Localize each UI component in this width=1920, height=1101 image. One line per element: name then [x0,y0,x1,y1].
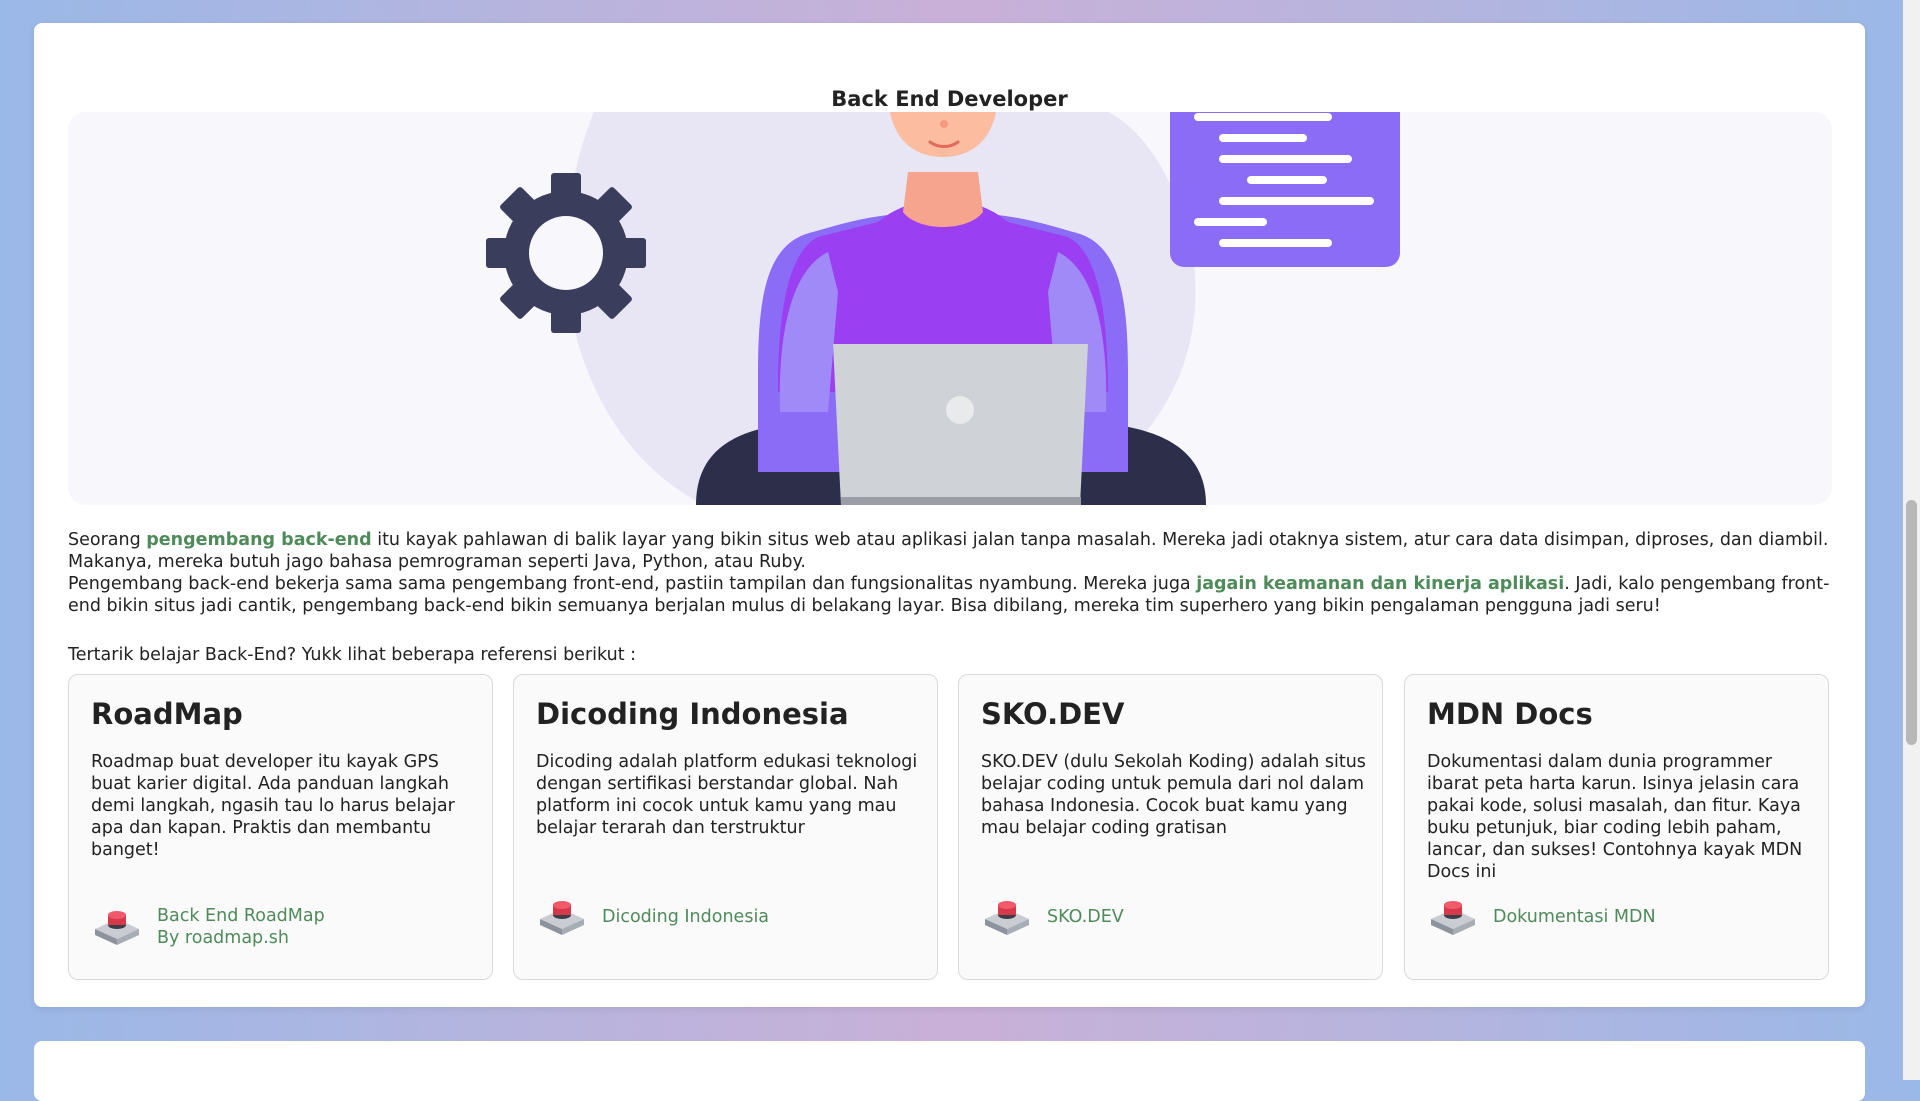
hero-illustration [68,112,1832,505]
card-text: Dicoding adalah platform edukasi teknolo… [536,752,918,838]
push-button-icon [540,901,584,935]
back-end-section-card: Back End Developer Seorang pengembang ba… [34,23,1865,1007]
description-paragraph-1: Seorang pengembang back-end itu kayak pa… [68,529,1838,573]
push-button-icon [95,911,139,945]
page-scrollbar[interactable] [1903,0,1920,1080]
scrollbar-thumb[interactable] [1906,500,1917,745]
card-link-skodev[interactable]: SKO.DEV [981,895,1124,939]
reference-card-skodev: SKO.DEV SKO.DEV (dulu Sekolah Koding) ad… [958,674,1383,980]
reference-intro: Tertarik belajar Back-End? Yukk lihat be… [68,645,637,665]
p1-text-before: Seorang [68,530,147,550]
card-title: Dicoding Indonesia [536,697,849,731]
card-link-text: Dokumentasi MDN [1493,907,1656,927]
card-link-text: Dicoding Indonesia [602,907,770,927]
developer-illustration-icon [486,112,1400,505]
p1-highlight: pengembang back-end [146,530,372,550]
card-link-roadmap[interactable]: Back End RoadMap By roadmap.sh [91,905,325,949]
reference-card-roadmap: RoadMap Roadmap buat developer itu kayak… [68,674,493,980]
card-text: Dokumentasi dalam dunia programmer ibara… [1427,752,1803,882]
card-title: SKO.DEV [981,697,1125,731]
section-description: Seorang pengembang back-end itu kayak pa… [68,529,1838,617]
card-link-text: Back End RoadMap By roadmap.sh [157,906,325,948]
p2-highlight: jagain keamanan dan kinerja aplikasi [1196,574,1565,594]
card-link-mdn[interactable]: Dokumentasi MDN [1427,895,1656,939]
push-button-icon [985,901,1029,935]
reference-card-mdn: MDN Docs Dokumentasi dalam dunia program… [1404,674,1829,980]
reference-card-dicoding: Dicoding Indonesia Dicoding adalah platf… [513,674,938,980]
p2-text-before: Pengembang back-end bekerja sama sama pe… [68,574,1197,594]
push-button-icon [1431,901,1475,935]
card-title: MDN Docs [1427,697,1593,731]
next-section-card [34,1041,1865,1101]
card-title: RoadMap [91,697,243,731]
description-paragraph-2: Pengembang back-end bekerja sama sama pe… [68,573,1838,617]
card-text: Roadmap buat developer itu kayak GPS bua… [91,752,455,860]
card-link-dicoding[interactable]: Dicoding Indonesia [536,895,769,939]
section-title: Back End Developer [831,87,1068,111]
card-text: SKO.DEV (dulu Sekolah Koding) adalah sit… [981,752,1366,838]
card-link-text: SKO.DEV [1047,907,1124,927]
